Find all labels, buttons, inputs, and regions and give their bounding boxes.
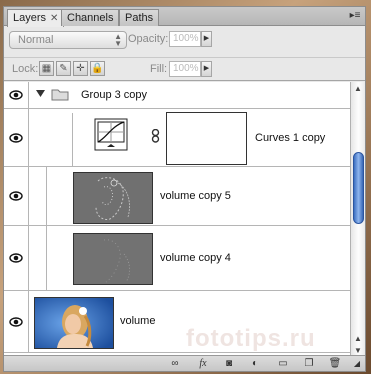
lock-label: Lock: <box>12 63 39 75</box>
layer-mask-thumbnail[interactable] <box>166 112 247 165</box>
group-indent-divider <box>46 226 47 291</box>
layer-name[interactable]: Group 3 copy <box>81 89 147 101</box>
add-mask-icon[interactable]: ◙ <box>220 357 238 370</box>
fill-label: Fill: <box>150 63 168 75</box>
expand-triangle-icon[interactable] <box>36 89 45 101</box>
scroll-up-arrow-icon[interactable]: ▲ <box>354 334 362 343</box>
layer-name[interactable]: Curves 1 copy <box>255 132 325 144</box>
layers-scrollbar[interactable]: ▲ ▲ ▼ <box>350 82 365 357</box>
layer-row[interactable]: volume copy 5 <box>4 167 350 226</box>
fill-field[interactable]: 100% <box>169 61 201 77</box>
tab-channels-label: Channels <box>67 12 114 24</box>
layer-name[interactable]: volume copy 4 <box>160 252 231 264</box>
panel-menu-icon[interactable]: ▸≡ <box>348 10 362 22</box>
fill-slider-button[interactable]: ▶ <box>201 61 212 77</box>
link-layers-icon[interactable]: ∞ <box>166 357 184 370</box>
tab-bar: Layers ✕ Channels Paths ▸≡ <box>4 7 365 27</box>
layer-name[interactable]: volume copy 5 <box>160 190 231 202</box>
trash-icon[interactable]: 🗑 <box>326 357 344 370</box>
layers-panel: Layers ✕ Channels Paths ▸≡ Normal ▲ ▼ Opac… <box>3 6 366 372</box>
eye-icon <box>9 316 23 327</box>
tab-layers-label: Layers <box>13 12 47 24</box>
close-icon[interactable]: ✕ <box>50 13 58 24</box>
layer-row[interactable]: volume copy 4 <box>4 226 350 291</box>
lock-position-icon[interactable]: ✛ <box>73 61 88 76</box>
opacity-label: Opacity: <box>128 33 169 45</box>
eye-icon <box>9 90 23 100</box>
group-indent-divider <box>46 167 47 226</box>
scrollbar-thumb[interactable] <box>353 152 364 224</box>
lock-image-icon[interactable]: ✎ <box>56 61 71 76</box>
tab-channels[interactable]: Channels <box>61 9 120 26</box>
layer-name[interactable]: volume <box>120 315 155 327</box>
opacity-slider-button[interactable]: ▶ <box>201 31 212 47</box>
eye-icon <box>9 191 23 201</box>
layer-thumbnail[interactable] <box>34 297 114 349</box>
tab-layers[interactable]: Layers ✕ <box>7 9 65 27</box>
tab-paths-label: Paths <box>125 12 154 24</box>
stepper-arrows-icon: ▲ ▼ <box>114 32 122 48</box>
opacity-field[interactable]: 100% <box>169 31 201 47</box>
layer-row[interactable]: Curves 1 copy <box>4 109 350 167</box>
visibility-toggle[interactable] <box>4 82 29 108</box>
chain-link-icon[interactable] <box>151 128 160 146</box>
lock-row: Lock: ▦ ✎ ✛ 🔒 Fill: 100% ▶ <box>4 57 365 81</box>
visibility-toggle[interactable] <box>4 291 29 352</box>
blend-mode-value: Normal <box>18 34 54 46</box>
group-indent-divider <box>72 113 73 167</box>
noise-texture-thumbnail <box>74 234 152 284</box>
lock-all-icon[interactable]: 🔒 <box>90 61 105 76</box>
curves-adjustment-icon <box>94 118 128 154</box>
visibility-toggle[interactable] <box>4 167 29 225</box>
high-pass-portrait-thumbnail <box>74 173 152 223</box>
scroll-up-arrow-icon[interactable]: ▲ <box>354 84 362 93</box>
adjustment-layer-icon[interactable]: ◐ <box>246 357 264 370</box>
layer-row[interactable]: Group 3 copy <box>4 82 350 109</box>
lock-transparency-icon[interactable]: ▦ <box>39 61 54 76</box>
eye-icon <box>9 253 23 263</box>
resize-grip-icon[interactable]: ◢ <box>350 357 364 370</box>
panel-footer: ∞ fx ◙ ◐ ▭ ❐ 🗑 ◢ <box>4 355 365 371</box>
new-group-icon[interactable]: ▭ <box>274 357 292 370</box>
scroll-down-arrow-icon[interactable]: ▼ <box>354 346 362 355</box>
fx-icon[interactable]: fx <box>194 357 212 370</box>
folder-icon <box>51 88 69 104</box>
blend-mode-select[interactable]: Normal ▲ ▼ <box>9 31 127 49</box>
eye-icon <box>9 132 23 143</box>
watermark: fototips.ru <box>186 325 316 352</box>
blend-row: Normal ▲ ▼ Opacity: 100% ▶ <box>4 31 365 53</box>
tab-paths[interactable]: Paths <box>119 9 160 26</box>
layer-thumbnail[interactable] <box>73 233 153 285</box>
visibility-toggle[interactable] <box>4 226 29 290</box>
new-layer-icon[interactable]: ❐ <box>300 357 318 370</box>
layers-list: Group 3 copy Curves 1 copy volume copy 5… <box>4 82 350 357</box>
portrait-photo-thumbnail <box>35 298 113 348</box>
visibility-toggle[interactable] <box>4 109 29 166</box>
layer-thumbnail[interactable] <box>73 172 153 224</box>
